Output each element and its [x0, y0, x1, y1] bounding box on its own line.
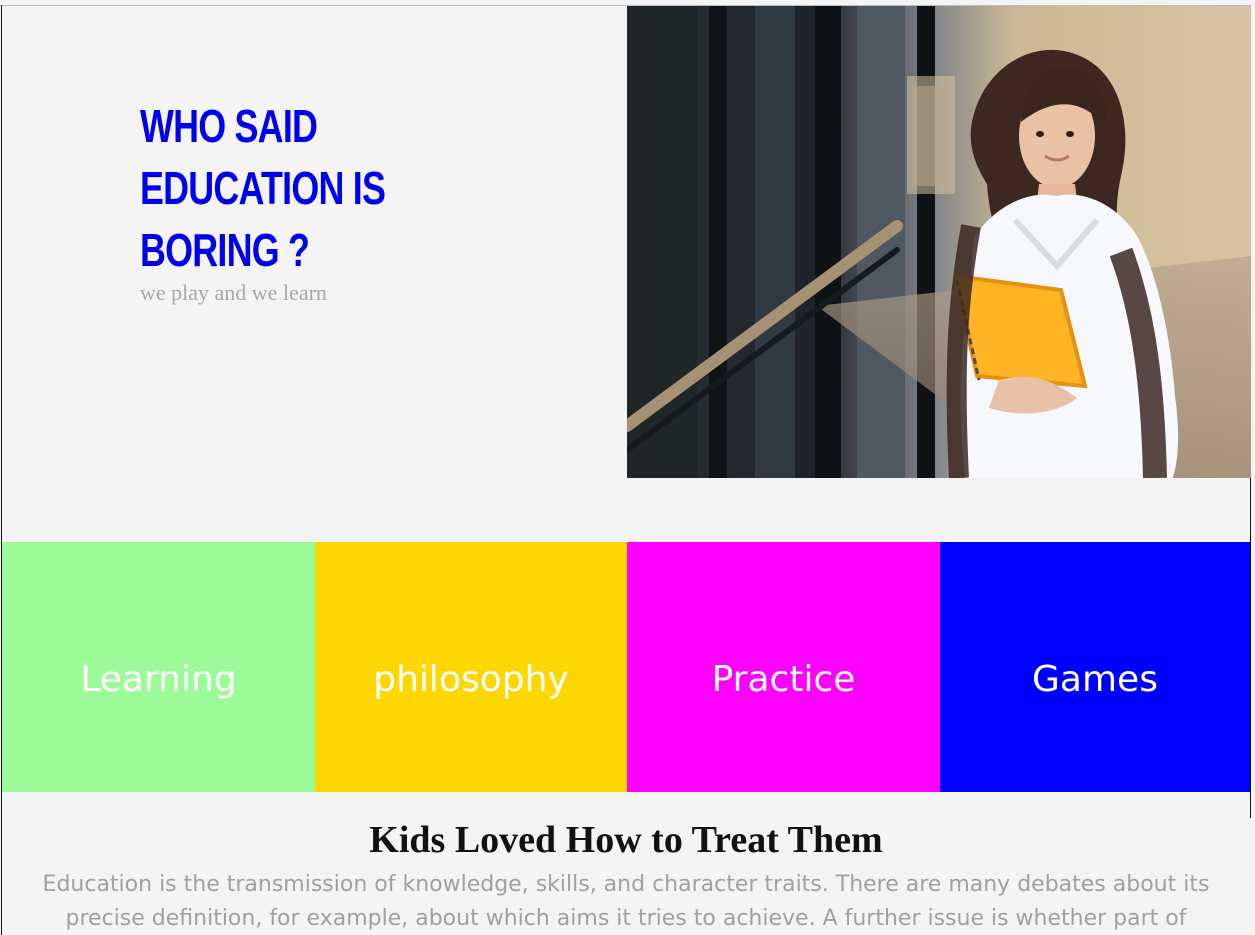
- hero-text: WHO SAID EDUCATION IS BORING ? we play a…: [140, 95, 460, 305]
- hero-subtitle: we play and we learn: [140, 280, 327, 305]
- tile-learning-label: Learning: [80, 658, 237, 700]
- tile-learning[interactable]: Learning: [2, 542, 315, 792]
- tile-practice-label: Practice: [711, 658, 856, 700]
- tile-games-label: Games: [1032, 658, 1158, 700]
- hero-image: [627, 6, 1251, 478]
- article-section: Kids Loved How to Treat Them Education i…: [2, 816, 1250, 935]
- tile-games[interactable]: Games: [940, 542, 1250, 792]
- category-tiles: Learning philosophy Practice Games: [2, 542, 1250, 792]
- article-title: Kids Loved How to Treat Them: [369, 819, 883, 861]
- hero-title: WHO SAID EDUCATION IS BORING ?: [140, 100, 386, 276]
- page: WHO SAID EDUCATION IS BORING ? we play a…: [0, 0, 1255, 935]
- right-border: [1250, 478, 1251, 818]
- student-photo-icon: [627, 6, 1251, 478]
- left-border: [1, 5, 2, 935]
- article-body: Education is the transmission of knowled…: [42, 872, 1210, 931]
- tile-philosophy-label: philosophy: [373, 658, 569, 700]
- tile-practice[interactable]: Practice: [627, 542, 940, 792]
- tile-philosophy[interactable]: philosophy: [315, 542, 627, 792]
